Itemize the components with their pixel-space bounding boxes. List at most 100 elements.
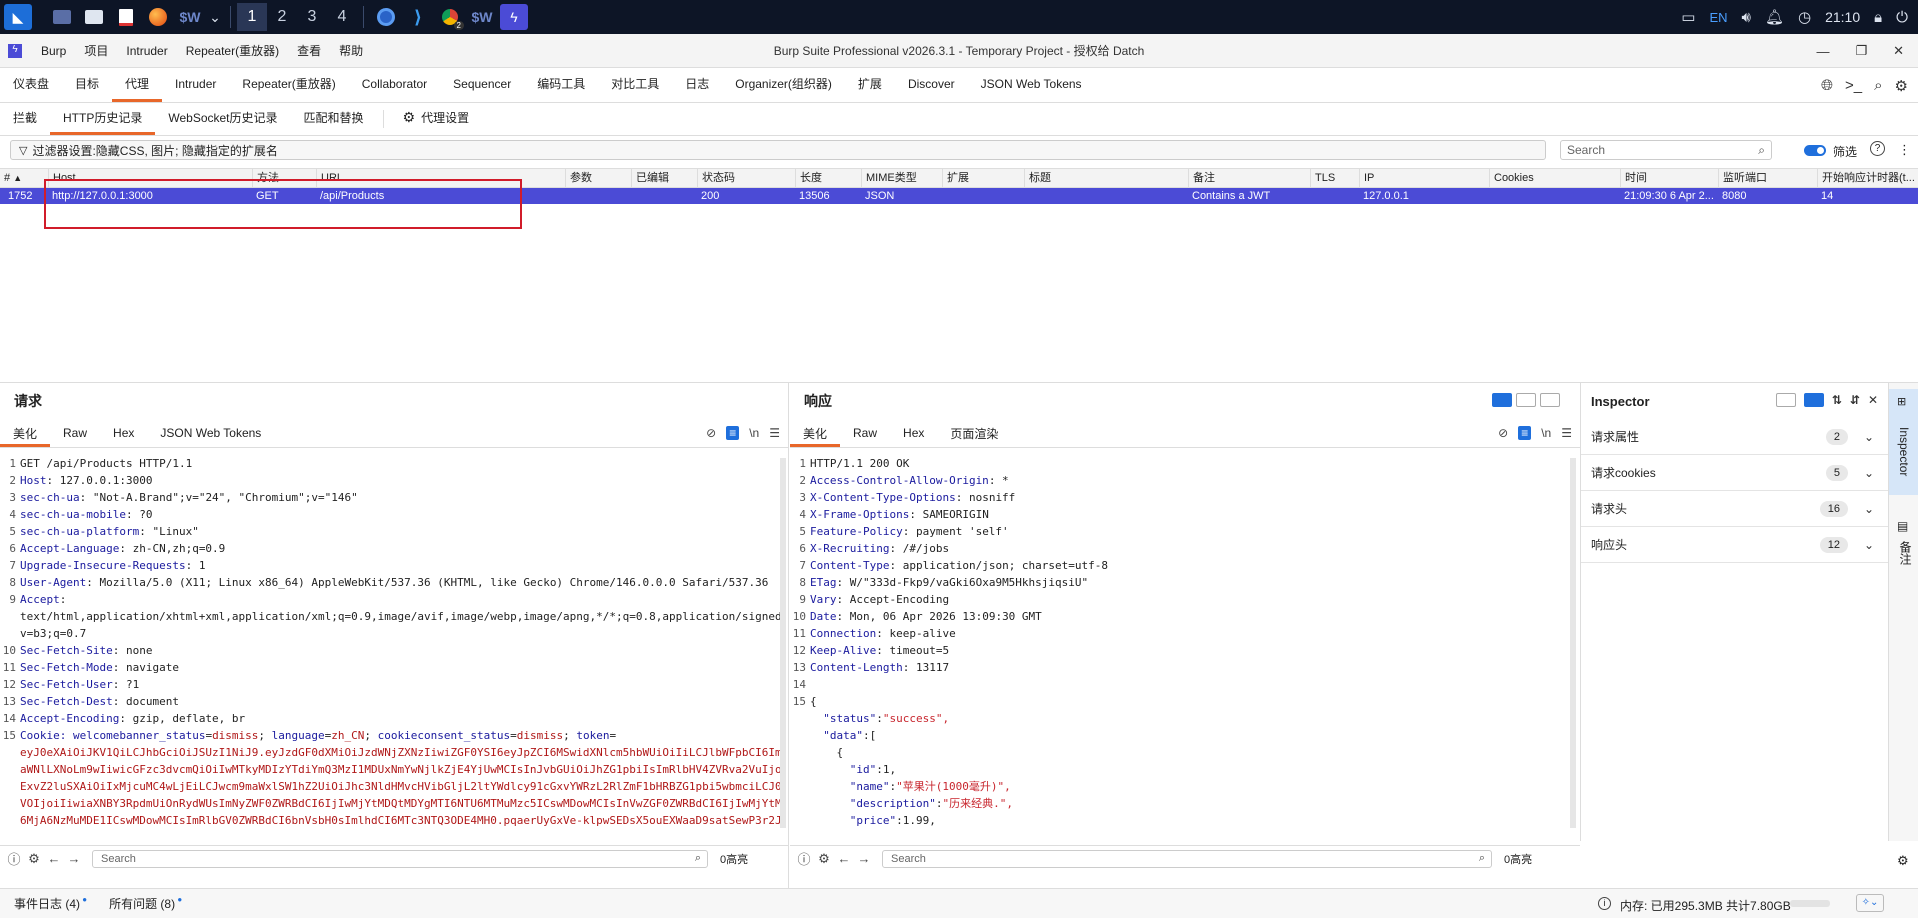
wrap-lines-icon[interactable]: ≡ xyxy=(1518,426,1532,440)
column-header-method[interactable]: 方法 xyxy=(252,169,316,188)
menu-intruder[interactable]: Intruder xyxy=(117,44,176,58)
column-header-length[interactable]: 长度 xyxy=(795,169,861,188)
info-icon[interactable]: i xyxy=(1598,897,1611,910)
burp-w-icon[interactable]: $W xyxy=(176,4,204,30)
wrap-lines-icon[interactable]: ≡ xyxy=(726,426,740,440)
column-header-title[interactable]: 标题 xyxy=(1024,169,1188,188)
all-issues-button[interactable]: 所有问题 (8) ● xyxy=(109,895,182,912)
firefox-icon[interactable] xyxy=(144,4,172,30)
file-manager-icon[interactable] xyxy=(80,4,108,30)
close-icon[interactable]: ✕ xyxy=(1893,43,1904,59)
hide-nonprintable-icon[interactable]: ⊘ xyxy=(1498,426,1508,440)
workspace-1[interactable]: 1 xyxy=(237,3,267,31)
globe-icon[interactable]: 🌐︎ xyxy=(1821,77,1833,94)
side-tab-inspector[interactable]: ⊞ Inspector xyxy=(1889,389,1918,495)
response-tab-raw[interactable]: Raw xyxy=(840,422,890,447)
request-tab-raw[interactable]: Raw xyxy=(50,422,100,447)
vscode-icon[interactable]: ⟩ xyxy=(404,4,432,30)
request-search-input[interactable]: Search ⌕ xyxy=(92,849,708,868)
column-header-url[interactable]: URL xyxy=(316,169,566,188)
proxy-settings-button[interactable]: ⚙ 代理设置 xyxy=(390,103,483,135)
response-tab-render[interactable]: 页面渲染 xyxy=(937,422,1011,447)
response-search-input[interactable]: Search ⌕ xyxy=(882,849,1492,868)
chrome-icon[interactable]: 2 xyxy=(436,4,464,30)
tab-target[interactable]: 目标 xyxy=(62,68,112,102)
tab-organizer[interactable]: Organizer(组织器) xyxy=(722,68,845,102)
gear-icon[interactable]: ⚙ xyxy=(24,849,44,869)
menu-view[interactable]: 查看 xyxy=(288,42,330,59)
layout-single-icon[interactable] xyxy=(1540,393,1560,407)
back-arrow-icon[interactable]: ← xyxy=(834,849,854,869)
column-header-mime[interactable]: MIME类型 xyxy=(861,169,943,188)
tab-json-web-tokens[interactable]: JSON Web Tokens xyxy=(968,68,1095,102)
request-tab-hex[interactable]: Hex xyxy=(100,422,147,447)
tab-proxy[interactable]: 代理 xyxy=(112,68,163,102)
restore-icon[interactable]: ❐ xyxy=(1855,43,1867,59)
menu-project[interactable]: 项目 xyxy=(75,42,117,59)
layout-horizontal-icon[interactable] xyxy=(1516,393,1536,407)
tab-decoder[interactable]: 编码工具 xyxy=(524,68,598,102)
column-header-notes[interactable]: 备注 xyxy=(1188,169,1310,188)
side-tab-notes[interactable]: ▤ 备注 xyxy=(1889,519,1918,579)
column-header-tls[interactable]: TLS xyxy=(1310,169,1359,188)
inspector-row-request-headers[interactable]: 请求头 16 ⌄ xyxy=(1581,491,1888,527)
tab-http-history[interactable]: HTTP历史记录 xyxy=(50,103,156,135)
close-icon[interactable]: ✕ xyxy=(1868,393,1878,407)
gear-icon[interactable]: ⚙ xyxy=(814,849,834,869)
chevron-down-icon[interactable]: ⌄ xyxy=(208,4,222,30)
collapse-all-icon[interactable]: ⇵ xyxy=(1850,393,1860,407)
workspace-2[interactable]: 2 xyxy=(267,3,297,31)
forward-arrow-icon[interactable]: → xyxy=(854,849,874,869)
response-tab-pretty[interactable]: 美化 xyxy=(790,422,841,447)
response-tab-hex[interactable]: Hex xyxy=(890,422,937,447)
burp-suite-icon[interactable]: ϟ xyxy=(500,4,528,30)
column-header-time[interactable]: 时间 xyxy=(1620,169,1718,188)
help-icon[interactable]: ⓘ xyxy=(794,849,814,869)
column-header-params[interactable]: 参数 xyxy=(565,169,631,188)
help-icon[interactable]: ? xyxy=(1870,141,1885,156)
column-header-response-timer[interactable]: 开始响应计时器(t... xyxy=(1817,169,1918,188)
filter-settings-button[interactable]: ▽ 过滤器设置:隐藏CSS, 图片; 隐藏指定的扩展名 xyxy=(10,140,1546,160)
column-header-cookies[interactable]: Cookies xyxy=(1489,169,1620,188)
chromium-icon[interactable] xyxy=(372,4,400,30)
tab-match-replace[interactable]: 匹配和替换 xyxy=(291,103,377,135)
menu-icon[interactable]: ☰ xyxy=(769,426,780,440)
request-tab-pretty[interactable]: 美化 xyxy=(0,422,51,447)
minimize-icon[interactable]: — xyxy=(1816,44,1829,59)
inspector-layout-icon[interactable] xyxy=(1775,393,1796,407)
search-icon[interactable]: ⌕ xyxy=(1874,77,1882,94)
hide-nonprintable-icon[interactable]: ⊘ xyxy=(706,426,716,440)
column-header-num[interactable]: # ▲ xyxy=(0,169,50,188)
gear-icon[interactable]: ⚙ xyxy=(1895,77,1908,95)
inspector-row-request-attributes[interactable]: 请求属性 2 ⌄ xyxy=(1581,419,1888,455)
tab-extensions[interactable]: 扩展 xyxy=(845,68,895,102)
menu-icon[interactable]: ☰ xyxy=(1561,426,1572,440)
notification-bell-icon[interactable]: 🔔︎ xyxy=(1765,8,1784,26)
table-row[interactable]: 1752 http://127.0.0.1:3000 GET /api/Prod… xyxy=(0,188,1918,204)
inspector-row-request-cookies[interactable]: 请求cookies 5 ⌄ xyxy=(1581,455,1888,491)
event-log-button[interactable]: 事件日志 (4) ● xyxy=(14,895,87,912)
back-arrow-icon[interactable]: ← xyxy=(44,849,64,869)
volume-icon[interactable]: 🔊︎ xyxy=(1742,9,1751,26)
text-editor-icon[interactable] xyxy=(112,4,140,30)
request-editor[interactable]: 1 GET /api/Products HTTP/1.1 2 Host: 127.0.… xyxy=(0,455,780,837)
tab-intruder[interactable]: Intruder xyxy=(162,68,229,102)
menu-repeater[interactable]: Repeater(重放器) xyxy=(177,42,288,59)
expand-all-icon[interactable]: ⇅ xyxy=(1832,393,1842,407)
column-header-host[interactable]: Host xyxy=(48,169,256,188)
layout-split-icon[interactable] xyxy=(1492,393,1512,407)
column-header-edited[interactable]: 已编辑 xyxy=(631,169,697,188)
burp-w-icon-2[interactable]: $W xyxy=(468,4,496,30)
workspace-3[interactable]: 3 xyxy=(297,3,327,31)
inspector-layout-active-icon[interactable] xyxy=(1803,393,1824,407)
newline-toggle-icon[interactable]: \n xyxy=(749,426,759,440)
more-options-icon[interactable]: ⋮ xyxy=(1898,142,1911,158)
column-header-ip[interactable]: IP xyxy=(1359,169,1490,188)
performance-icon[interactable]: ✧⌄ xyxy=(1856,894,1884,912)
menu-help[interactable]: 帮助 xyxy=(330,42,372,59)
tab-repeater[interactable]: Repeater(重放器) xyxy=(229,68,348,102)
tab-sequencer[interactable]: Sequencer xyxy=(440,68,524,102)
filter-toggle[interactable] xyxy=(1804,145,1826,156)
response-scrollbar[interactable] xyxy=(1570,458,1576,828)
tab-dashboard[interactable]: 仪表盘 xyxy=(0,68,62,102)
